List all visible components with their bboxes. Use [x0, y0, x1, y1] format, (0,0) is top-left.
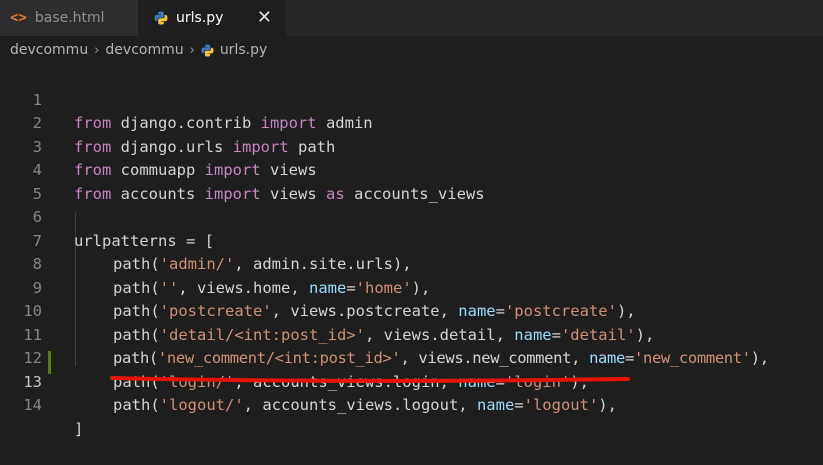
code-token: ] — [74, 419, 84, 438]
red-underline-annotation — [110, 376, 630, 383]
